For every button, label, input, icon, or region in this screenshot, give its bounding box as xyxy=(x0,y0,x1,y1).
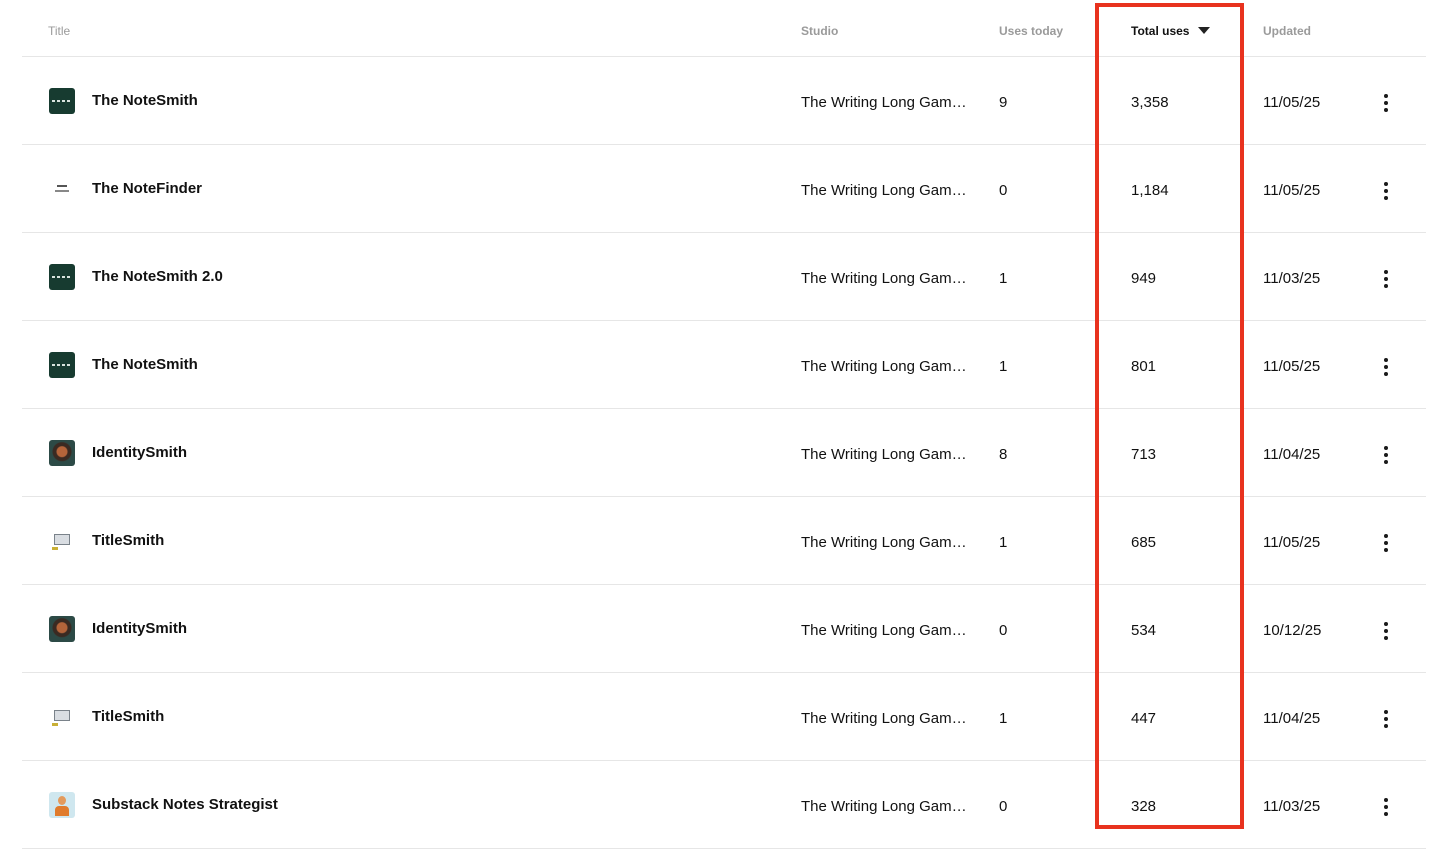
table-row[interactable]: IdentitySmith The Writing Long Game Studi… xyxy=(22,585,1426,673)
table-row[interactable]: IdentitySmith The Writing Long Game Studi… xyxy=(22,409,1426,497)
row-studio: The Writing Long Game Studio xyxy=(801,446,974,463)
row-updated: 11/03/25 xyxy=(1263,798,1321,815)
row-uses-today: 0 xyxy=(999,798,1008,815)
notesmith-logo-icon xyxy=(49,88,75,114)
table-row[interactable]: The NoteFinder The Writing Long Game Stud… xyxy=(22,145,1426,233)
table-row[interactable]: The NoteSmith 2.0 The Writing Long Game S… xyxy=(22,233,1426,321)
more-options-icon[interactable] xyxy=(1374,707,1398,731)
row-studio: The Writing Long Game Studio xyxy=(801,270,974,287)
row-title[interactable]: The NoteSmith xyxy=(92,92,198,110)
more-options-icon[interactable] xyxy=(1374,795,1398,819)
row-total-uses: 534 xyxy=(1131,622,1157,639)
row-title[interactable]: TitleSmith xyxy=(92,708,164,726)
column-header-studio[interactable]: Studio xyxy=(801,24,838,38)
row-uses-today: 8 xyxy=(999,446,1008,463)
column-header-title[interactable]: Title xyxy=(48,24,70,38)
row-title[interactable]: The NoteSmith xyxy=(92,356,198,374)
row-uses-today: 1 xyxy=(999,710,1008,727)
row-updated: 11/05/25 xyxy=(1263,182,1321,199)
sort-descending-icon xyxy=(1198,27,1211,34)
row-title[interactable]: Substack Notes Strategist xyxy=(92,796,278,814)
row-uses-today: 1 xyxy=(999,270,1008,287)
more-options-icon[interactable] xyxy=(1374,355,1398,379)
row-studio: The Writing Long Game Studio xyxy=(801,182,974,199)
notesmith-logo-icon xyxy=(49,352,75,378)
table-row[interactable]: TitleSmith The Writing Long Game Studio 1 6… xyxy=(22,497,1426,585)
row-updated: 11/04/25 xyxy=(1263,446,1321,463)
row-studio: The Writing Long Game Studio xyxy=(801,710,974,727)
row-studio: The Writing Long Game Studio xyxy=(801,94,974,111)
row-updated: 11/05/25 xyxy=(1263,94,1321,111)
column-header-total-uses[interactable]: Total uses xyxy=(1131,24,1211,38)
row-title[interactable]: The NoteFinder xyxy=(92,180,202,198)
more-options-icon[interactable] xyxy=(1374,443,1398,467)
more-options-icon[interactable] xyxy=(1374,531,1398,555)
row-total-uses: 685 xyxy=(1131,534,1157,551)
row-total-uses: 447 xyxy=(1131,710,1157,727)
identitysmith-portrait-icon xyxy=(49,616,75,642)
row-uses-today: 1 xyxy=(999,358,1008,375)
more-options-icon[interactable] xyxy=(1374,619,1398,643)
table-row[interactable]: The NoteSmith The Writing Long Game Studi… xyxy=(22,57,1426,145)
column-header-total-uses-label: Total uses xyxy=(1131,24,1190,38)
table-row[interactable]: Substack Notes Strategist The Writing Lon… xyxy=(22,761,1426,849)
column-header-updated[interactable]: Updated xyxy=(1263,24,1311,38)
titlesmith-screen-icon xyxy=(49,528,75,554)
row-title[interactable]: IdentitySmith xyxy=(92,444,187,462)
gpts-table: Title Studio Uses today Total uses Updat… xyxy=(22,0,1426,849)
row-studio: The Writing Long Game Studio xyxy=(801,534,974,551)
row-uses-today: 0 xyxy=(999,622,1008,639)
row-uses-today: 9 xyxy=(999,94,1008,111)
more-options-icon[interactable] xyxy=(1374,267,1398,291)
table-body: The NoteSmith The Writing Long Game Studi… xyxy=(22,57,1426,849)
row-title[interactable]: IdentitySmith xyxy=(92,620,187,638)
table-row[interactable]: The NoteSmith The Writing Long Game Studi… xyxy=(22,321,1426,409)
row-updated: 11/05/25 xyxy=(1263,358,1321,375)
row-total-uses: 3,358 xyxy=(1131,94,1169,111)
row-total-uses: 713 xyxy=(1131,446,1157,463)
strategist-avatar-icon xyxy=(49,792,75,818)
row-studio: The Writing Long Game Studio xyxy=(801,798,974,815)
titlesmith-screen-icon xyxy=(49,704,75,730)
row-uses-today: 1 xyxy=(999,534,1008,551)
row-total-uses: 949 xyxy=(1131,270,1157,287)
row-updated: 11/03/25 xyxy=(1263,270,1321,287)
row-total-uses: 1,184 xyxy=(1131,182,1169,199)
row-updated: 11/05/25 xyxy=(1263,534,1321,551)
identitysmith-portrait-icon xyxy=(49,440,75,466)
notesmith-logo-icon xyxy=(49,264,75,290)
row-updated: 10/12/25 xyxy=(1263,622,1322,639)
row-uses-today: 0 xyxy=(999,182,1008,199)
more-options-icon[interactable] xyxy=(1374,91,1398,115)
more-options-icon[interactable] xyxy=(1374,179,1398,203)
table-row[interactable]: TitleSmith The Writing Long Game Studio 1 4… xyxy=(22,673,1426,761)
row-total-uses: 801 xyxy=(1131,358,1157,375)
row-studio: The Writing Long Game Studio xyxy=(801,358,974,375)
row-updated: 11/04/25 xyxy=(1263,710,1321,727)
row-title[interactable]: The NoteSmith 2.0 xyxy=(92,268,223,286)
row-total-uses: 328 xyxy=(1131,798,1157,815)
row-studio: The Writing Long Game Studio xyxy=(801,622,974,639)
table-header: Title Studio Uses today Total uses Updat… xyxy=(22,0,1426,57)
notefinder-logo-icon xyxy=(49,176,75,202)
row-title[interactable]: TitleSmith xyxy=(92,532,164,550)
column-header-uses-today[interactable]: Uses today xyxy=(999,24,1063,38)
